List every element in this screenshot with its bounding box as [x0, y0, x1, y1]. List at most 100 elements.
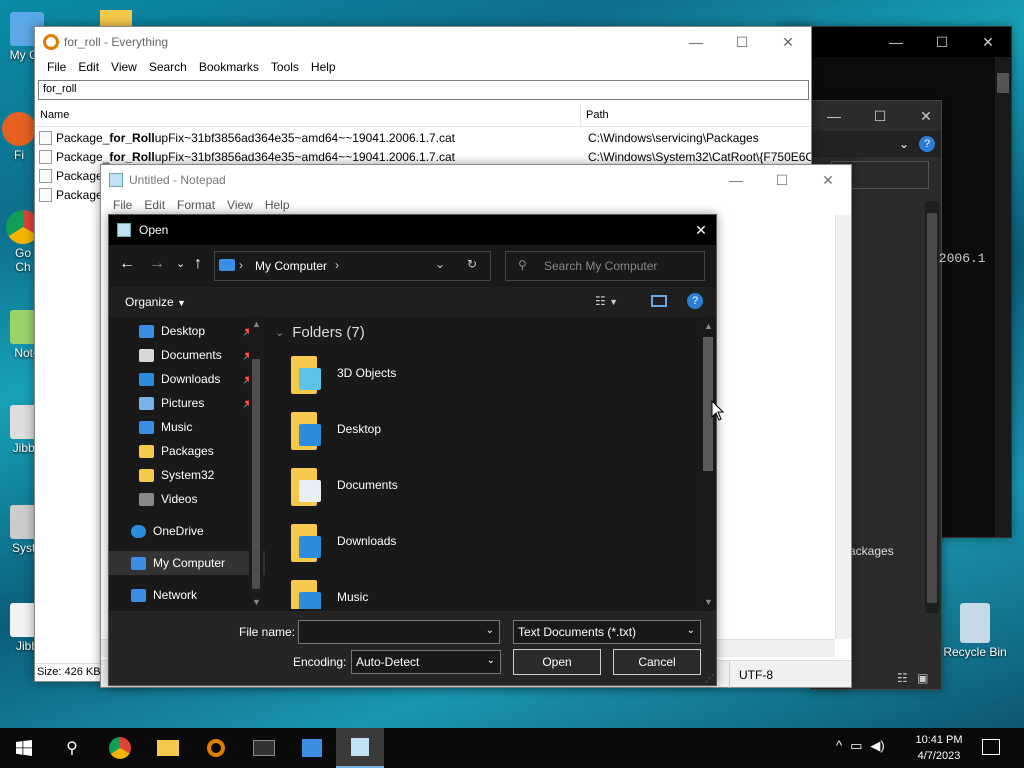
breadcrumb-my-computer[interactable]: My Computer	[255, 259, 327, 273]
menu-view[interactable]: View	[105, 60, 143, 74]
file-name-input[interactable]: ⌄	[298, 620, 500, 644]
close-icon[interactable]: ✕	[903, 101, 949, 131]
file-icon	[39, 168, 52, 183]
preview-pane-icon[interactable]	[651, 295, 667, 307]
taskbar-terminal[interactable]	[240, 728, 288, 768]
taskbar-everything[interactable]	[192, 728, 240, 768]
cancel-button[interactable]: Cancel	[613, 649, 701, 675]
nav-item-pictures[interactable]: Pictures📌	[109, 391, 265, 415]
minimize-icon[interactable]: —	[811, 101, 857, 131]
refresh-icon[interactable]: ↻	[467, 257, 477, 271]
taskbar-chrome[interactable]	[96, 728, 144, 768]
column-header-name[interactable]: Name	[40, 109, 69, 121]
open-dialog[interactable]: Open ✕ ← → ⌄ ↑ › My Computer › ⌄ ↻ ⚲ Sea…	[108, 214, 717, 686]
chevron-down-icon: ⌄	[486, 655, 495, 666]
nav-my-computer[interactable]: My Computer	[109, 551, 265, 575]
menu-file[interactable]: File	[41, 60, 72, 74]
folder-item[interactable]: Downloads	[269, 513, 699, 569]
start-button[interactable]	[0, 728, 48, 768]
recent-locations-icon[interactable]: ⌄	[176, 257, 185, 270]
nav-item-music[interactable]: Music	[109, 415, 265, 439]
search-box[interactable]: ⚲ Search My Computer	[505, 251, 705, 281]
encoding-select[interactable]: Auto-Detect ⌄	[351, 650, 501, 674]
menu-search[interactable]: Search	[143, 60, 193, 74]
close-icon[interactable]: ✕	[965, 27, 1011, 57]
menu-help[interactable]: Help	[259, 198, 296, 212]
help-icon[interactable]: ?	[919, 136, 935, 152]
folder-item[interactable]: Documents	[269, 457, 699, 513]
menu-help[interactable]: Help	[305, 60, 342, 74]
console-scrollbar[interactable]	[995, 57, 1011, 537]
nav-network[interactable]: Network	[109, 583, 265, 607]
nav-item-desktop[interactable]: Desktop📌	[109, 319, 265, 343]
maximize-icon[interactable]: ☐	[919, 27, 965, 57]
details-view-icon[interactable]: ☷	[897, 671, 908, 685]
view-options-icon[interactable]: ☷ ▼	[595, 294, 618, 308]
file-icon	[39, 130, 52, 145]
scrollbar[interactable]	[925, 201, 939, 613]
nav-item-downloads[interactable]: Downloads📌	[109, 367, 265, 391]
folder-item[interactable]: Desktop	[269, 401, 699, 457]
resize-grip-icon[interactable]: ⋰	[705, 673, 714, 684]
search-input[interactable]: for_roll	[38, 80, 809, 100]
chevron-down-icon[interactable]: ⌄	[899, 137, 909, 151]
search-button[interactable]: ⚲	[48, 728, 96, 768]
maximize-icon[interactable]: ☐	[857, 101, 903, 131]
nav-scrollbar[interactable]: ▲ ▼	[249, 319, 263, 609]
menu-file[interactable]: File	[107, 198, 138, 212]
volume-icon[interactable]: ◀)	[870, 738, 884, 754]
organize-button[interactable]: Organize ▼	[125, 295, 186, 309]
forward-arrow-icon[interactable]: →	[149, 255, 165, 273]
open-button[interactable]: Open	[513, 649, 601, 675]
folder-item[interactable]: 3D Objects	[269, 345, 699, 401]
file-type-select[interactable]: Text Documents (*.txt) ⌄	[513, 620, 701, 644]
address-bar[interactable]: › My Computer › ⌄ ↻	[214, 251, 491, 281]
desktop-icon-recycle-bin[interactable]: Recycle Bin	[940, 603, 1010, 659]
menu-bookmarks[interactable]: Bookmarks	[193, 60, 265, 74]
nav-item-videos[interactable]: Videos	[109, 487, 265, 511]
menu-edit[interactable]: Edit	[72, 60, 105, 74]
taskbar-file-explorer[interactable]	[144, 728, 192, 768]
network-icon[interactable]: ▭	[850, 738, 862, 754]
breadcrumb-separator-icon: ›	[335, 258, 339, 272]
column-header-path[interactable]: Path	[586, 109, 609, 121]
folder-icon	[139, 420, 154, 434]
help-icon[interactable]: ?	[687, 293, 703, 309]
maximize-icon[interactable]: ☐	[759, 165, 805, 195]
back-arrow-icon[interactable]: ←	[119, 255, 135, 273]
clock[interactable]: 10:41 PM 4/7/2023	[912, 732, 966, 764]
notification-icon[interactable]	[982, 739, 1000, 755]
result-row[interactable]: Package_for_RollupFix~31bf3856ad364e35~a…	[35, 128, 811, 147]
computer-icon	[131, 556, 146, 570]
menu-tools[interactable]: Tools	[265, 60, 305, 74]
menu-view[interactable]: View	[221, 198, 259, 212]
maximize-icon[interactable]: ☐	[719, 27, 765, 57]
chrome-icon	[109, 737, 131, 759]
up-arrow-icon[interactable]: ↑	[194, 255, 202, 273]
folder-icon	[139, 348, 154, 362]
close-icon[interactable]: ✕	[686, 215, 716, 245]
chevron-down-icon: ▼	[177, 298, 186, 308]
tiles-view-icon[interactable]: ▣	[917, 671, 928, 685]
minimize-icon[interactable]: —	[673, 27, 719, 57]
nav-item-packages[interactable]: Packages	[109, 439, 265, 463]
nav-item-system32[interactable]: System32	[109, 463, 265, 487]
content-scrollbar[interactable]: ▲ ▼	[701, 319, 715, 609]
menu-format[interactable]: Format	[171, 198, 221, 212]
address-dropdown-icon[interactable]: ⌄	[435, 257, 445, 271]
nav-onedrive[interactable]: OneDrive	[109, 519, 265, 543]
minimize-icon[interactable]: —	[713, 165, 759, 195]
menu-bar: File Edit View Search Bookmarks Tools He…	[35, 57, 811, 77]
chevron-up-icon[interactable]: ^	[836, 738, 842, 754]
folder-item[interactable]: Music	[269, 569, 699, 609]
menu-edit[interactable]: Edit	[138, 198, 171, 212]
vertical-scrollbar[interactable]	[835, 215, 851, 639]
minimize-icon[interactable]: —	[873, 27, 919, 57]
close-icon[interactable]: ✕	[765, 27, 811, 57]
close-icon[interactable]: ✕	[805, 165, 851, 195]
everything-icon	[43, 34, 59, 50]
taskbar-notepad[interactable]	[336, 728, 384, 768]
taskbar-app[interactable]	[288, 728, 336, 768]
group-header[interactable]: ⌄ Folders (7)	[269, 319, 699, 345]
nav-item-documents[interactable]: Documents📌	[109, 343, 265, 367]
